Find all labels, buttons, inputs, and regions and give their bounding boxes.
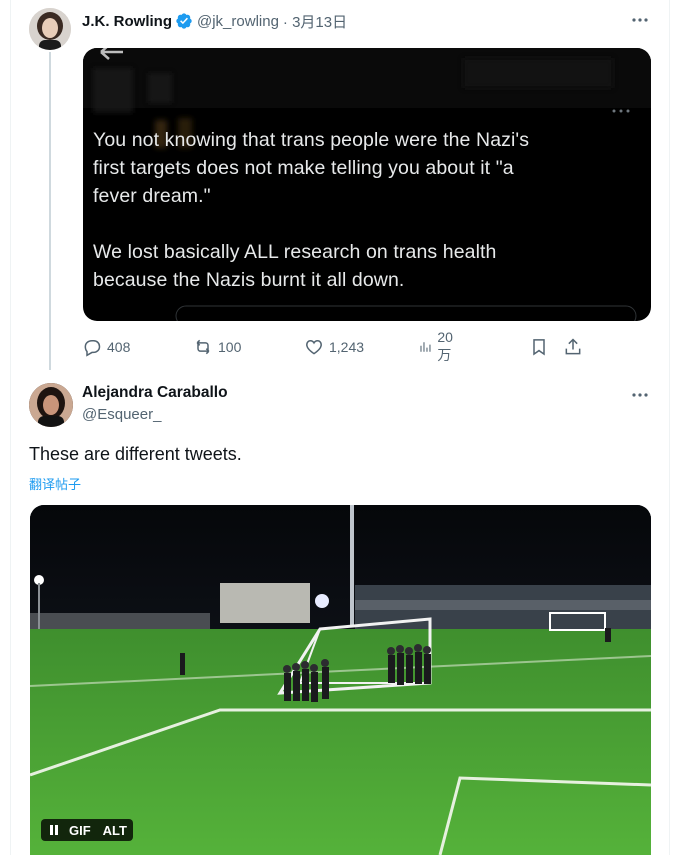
bookmark-icon	[533, 339, 545, 356]
share-icon	[565, 338, 581, 355]
retweet-button[interactable]: 100	[193, 336, 241, 358]
reply-icon	[84, 340, 101, 357]
retweet-icon	[196, 339, 210, 355]
quote-paragraph-1: You not knowing that trans people were t…	[93, 129, 530, 207]
tweet-text: These are different tweets.	[29, 444, 242, 464]
author-name[interactable]: Alejandra Caraballo	[82, 384, 228, 402]
verified-badge-icon[interactable]	[175, 12, 193, 30]
tweet1-header: J.K. Rowling @jk_rowling · 3月13日	[82, 10, 347, 32]
author-name[interactable]: J.K. Rowling	[82, 13, 172, 30]
translate-post-link[interactable]: 翻译帖子	[29, 474, 81, 493]
football-pitch-image	[30, 505, 651, 855]
author-handle[interactable]: @jk_rowling	[197, 13, 279, 30]
alt-text-badge[interactable]: ALT	[96, 819, 133, 841]
avatar-jk-rowling[interactable]	[29, 8, 71, 50]
pause-button[interactable]	[41, 819, 63, 841]
heart-icon	[306, 339, 322, 355]
analytics-icon	[420, 342, 431, 352]
timeline-right-border	[669, 0, 670, 855]
views-button[interactable]: 20万	[418, 329, 459, 363]
bookmark-button[interactable]	[529, 336, 549, 358]
reply-count: 408	[107, 339, 131, 355]
gif-badge: GIF	[63, 819, 97, 841]
view-count: 20万	[437, 329, 453, 363]
more-options-icon[interactable]	[630, 10, 650, 30]
quote-paragraph-2: We lost basically ALL research on trans …	[93, 241, 497, 291]
share-button[interactable]	[563, 336, 583, 358]
reply-button[interactable]: 408	[82, 336, 130, 358]
media-badges: GIF ALT	[41, 819, 133, 841]
retweet-count: 100	[218, 339, 242, 355]
thread-line	[49, 52, 51, 370]
gif-media[interactable]	[30, 505, 651, 855]
author-handle[interactable]: @Esqueer_	[82, 406, 161, 423]
like-count: 1,243	[329, 339, 365, 355]
timeline-left-border	[10, 0, 11, 855]
tweet-date[interactable]: · 3月13日	[283, 11, 347, 32]
quote-more-icon	[612, 109, 630, 113]
more-options-icon[interactable]	[630, 385, 650, 405]
back-arrow-icon	[100, 48, 123, 60]
avatar-alejandra-caraballo[interactable]	[29, 383, 73, 427]
like-button[interactable]: 1,243	[304, 336, 364, 358]
pause-icon	[50, 825, 58, 835]
